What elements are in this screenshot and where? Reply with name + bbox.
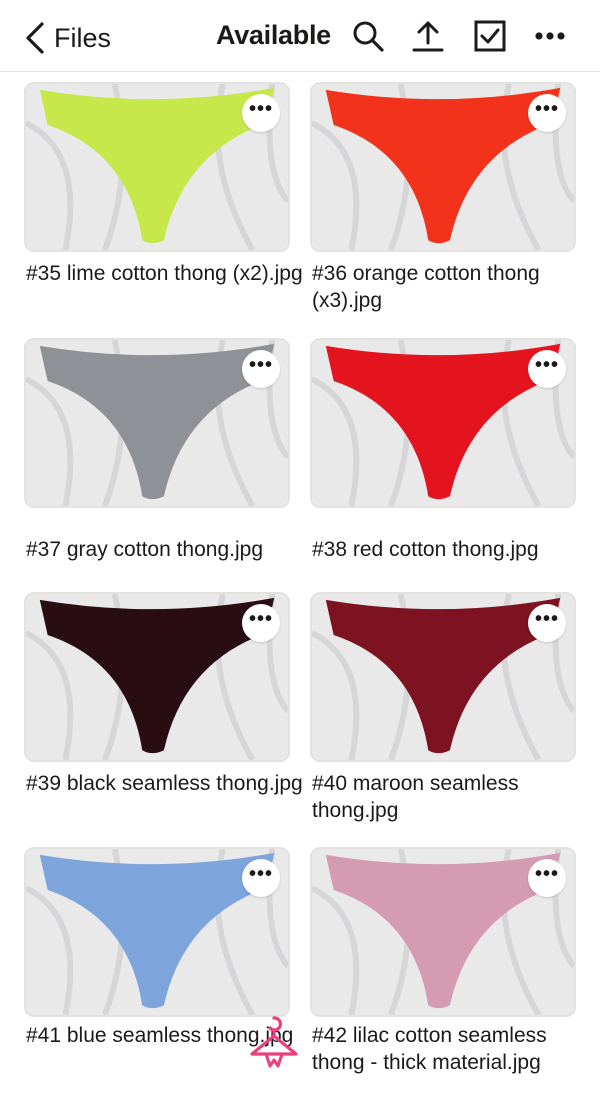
select-checkbox-icon <box>474 20 506 52</box>
hanger-watermark-icon <box>250 1016 298 1068</box>
file-name[interactable]: #35 lime cotton thong (x2).jpg <box>26 260 306 287</box>
back-label: Files <box>54 22 112 53</box>
file-more-button[interactable]: ••• <box>242 350 280 388</box>
more-options-button[interactable] <box>532 18 568 54</box>
file-thumbnail[interactable]: ••• <box>310 592 576 762</box>
more-dots-glyph: ••• <box>534 354 559 376</box>
more-dots-glyph: ••• <box>248 608 273 630</box>
file-more-button[interactable]: ••• <box>528 604 566 642</box>
file-more-button[interactable]: ••• <box>528 859 566 897</box>
file-thumbnail[interactable]: ••• <box>24 82 290 252</box>
more-dots-glyph: ••• <box>534 608 559 630</box>
file-thumbnail[interactable]: ••• <box>310 82 576 252</box>
file-thumbnail[interactable]: ••• <box>310 847 576 1017</box>
file-more-button[interactable]: ••• <box>242 859 280 897</box>
file-name[interactable]: #36 orange cotton thong (x3).jpg <box>312 260 592 314</box>
chevron-left-icon <box>26 22 44 54</box>
file-more-button[interactable]: ••• <box>242 94 280 132</box>
file-name[interactable]: #40 maroon seamless thong.jpg <box>312 770 592 824</box>
file-name[interactable]: #38 red cotton thong.jpg <box>312 536 592 563</box>
back-button[interactable]: Files <box>22 18 111 58</box>
file-thumbnail[interactable]: ••• <box>24 592 290 762</box>
select-button[interactable] <box>472 18 508 54</box>
page-title: Available <box>216 20 331 50</box>
file-thumbnail[interactable]: ••• <box>24 338 290 508</box>
file-thumbnail[interactable]: ••• <box>24 847 290 1017</box>
more-options-icon <box>535 32 565 40</box>
more-dots-glyph: ••• <box>248 98 273 120</box>
search-button[interactable] <box>350 18 386 54</box>
file-more-button[interactable]: ••• <box>528 350 566 388</box>
upload-button[interactable] <box>410 18 446 54</box>
more-dots-glyph: ••• <box>534 863 559 885</box>
file-name[interactable]: #39 black seamless thong.jpg <box>26 770 306 797</box>
file-more-button[interactable]: ••• <box>242 604 280 642</box>
file-name[interactable]: #42 lilac cotton seamless thong - thick … <box>312 1022 592 1076</box>
more-dots-glyph: ••• <box>248 354 273 376</box>
file-name[interactable]: #37 gray cotton thong.jpg <box>26 536 306 563</box>
file-thumbnail[interactable]: ••• <box>310 338 576 508</box>
more-dots-glyph: ••• <box>248 863 273 885</box>
upload-icon <box>412 21 444 52</box>
top-bar: Files Available <box>0 0 600 72</box>
search-icon <box>353 21 384 52</box>
file-more-button[interactable]: ••• <box>528 94 566 132</box>
more-dots-glyph: ••• <box>534 98 559 120</box>
